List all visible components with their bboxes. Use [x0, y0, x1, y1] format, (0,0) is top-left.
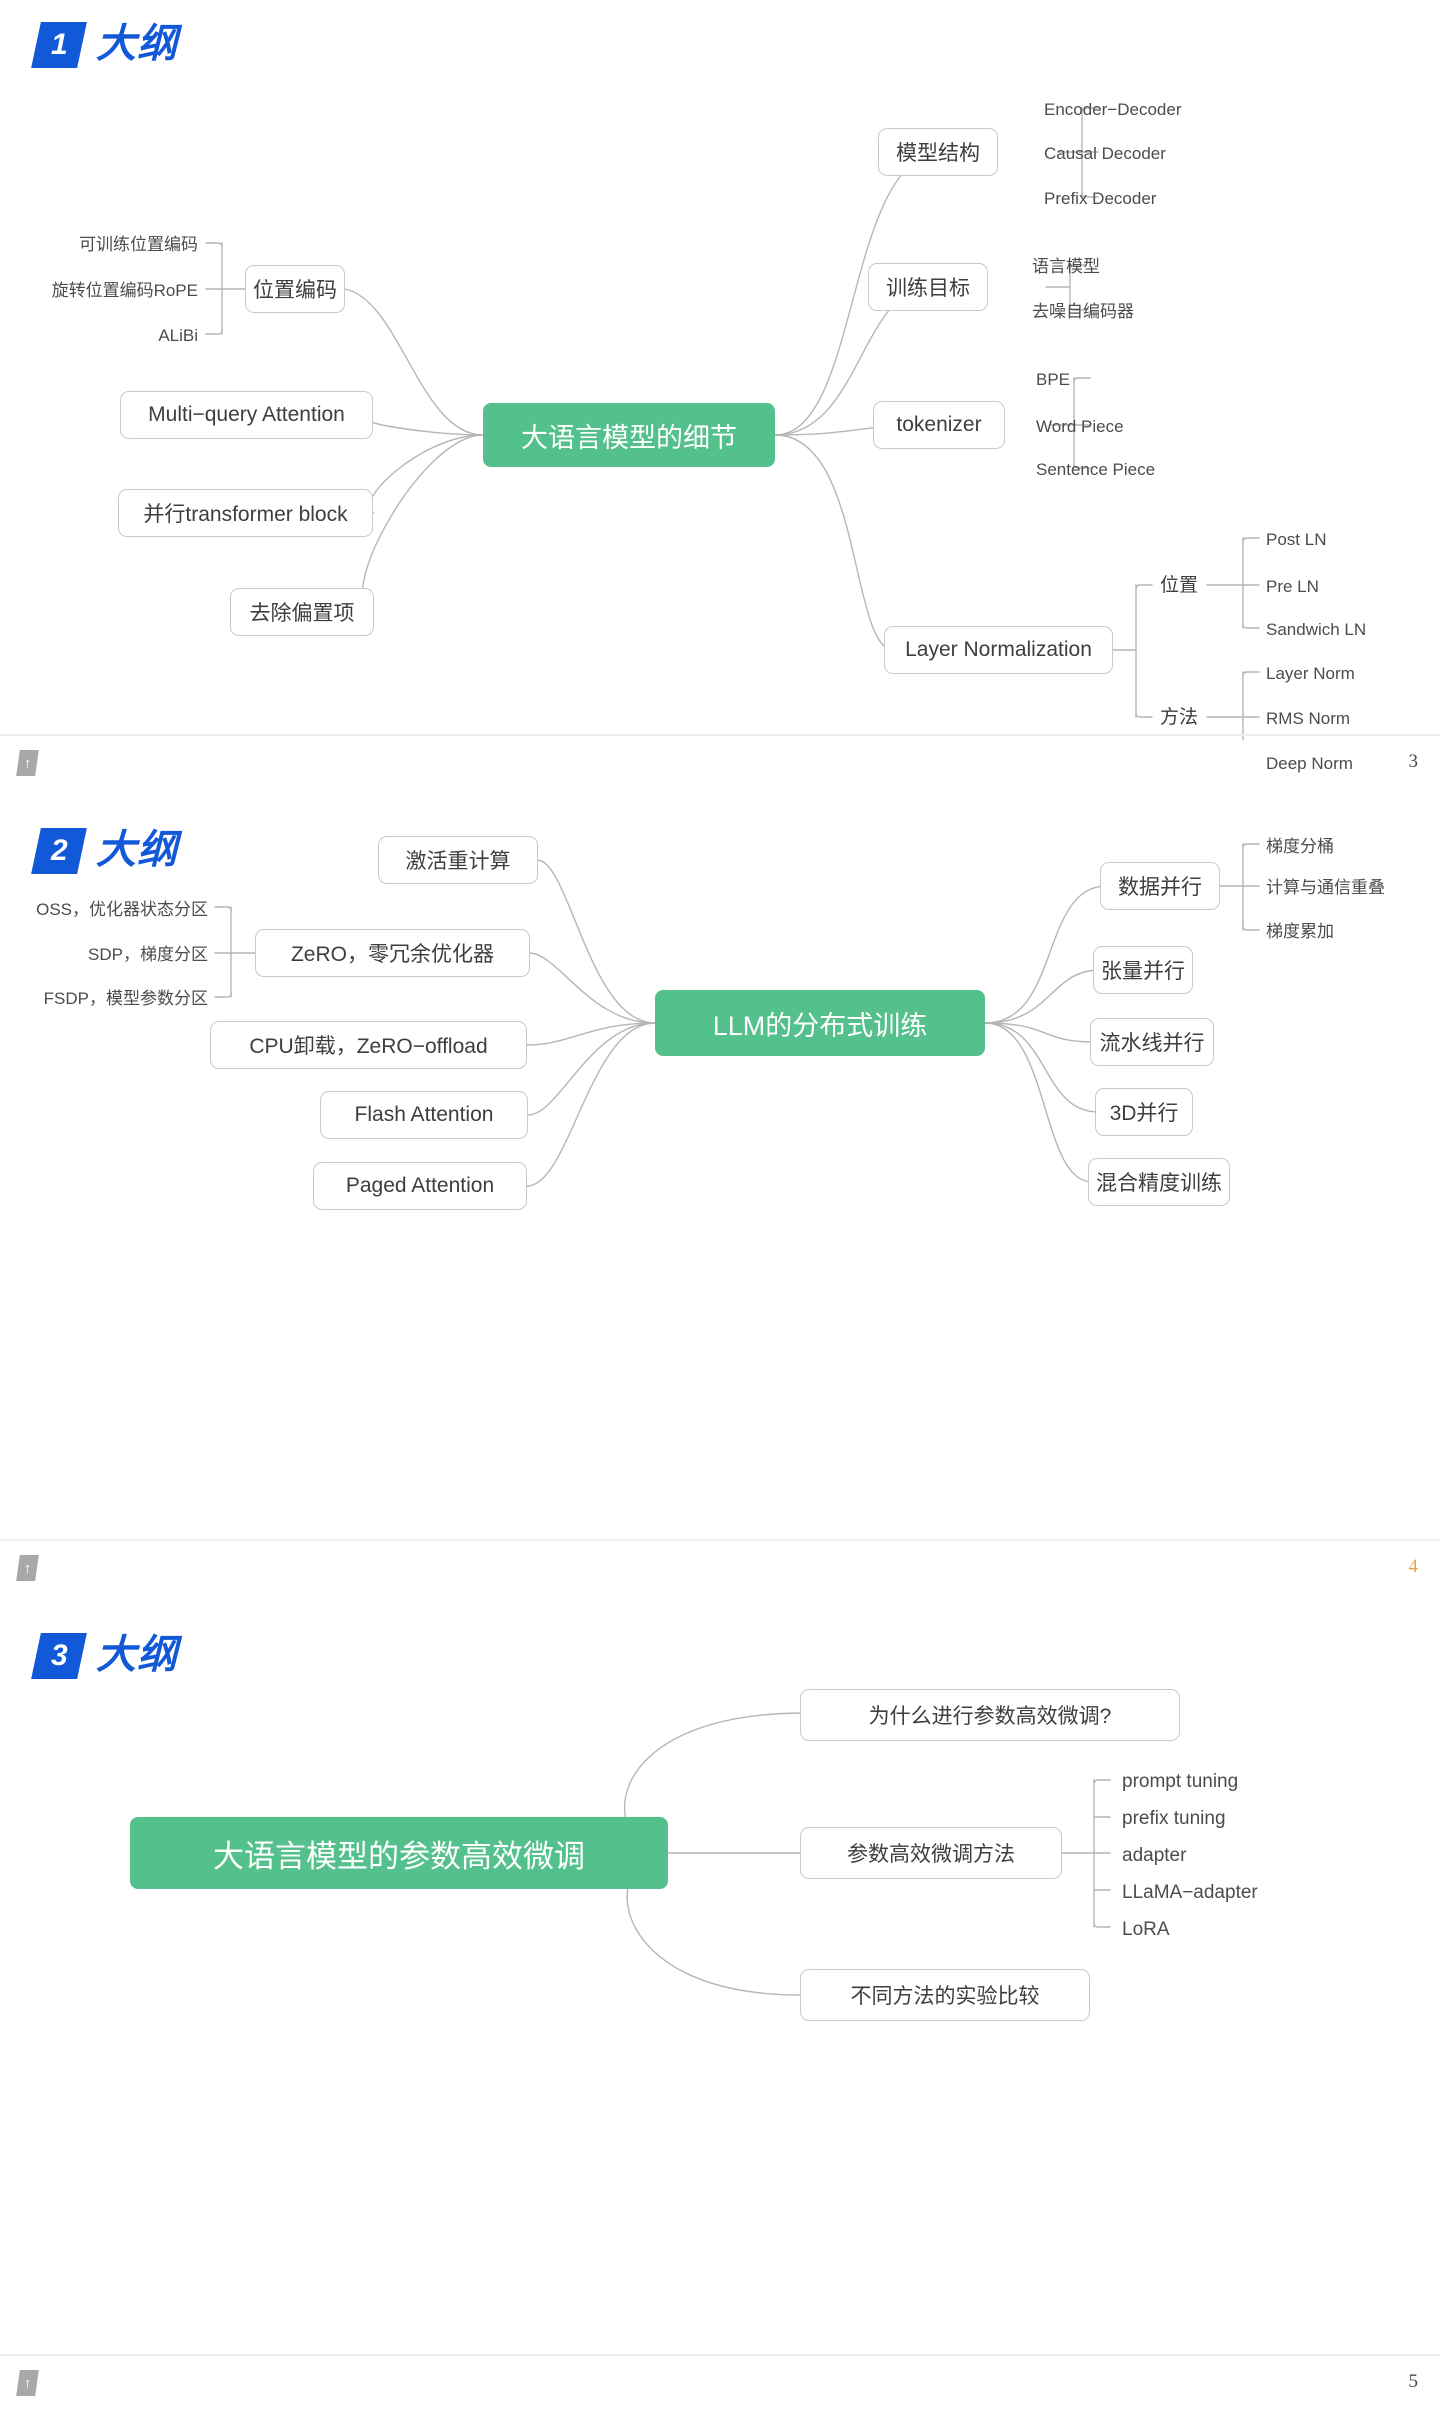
leaf-causal-decoder: Causal Decoder	[1044, 144, 1166, 163]
slide-outline-1: 1 大纲 大语言模型的细节 模型结构 训练目标 tokenizer Layer …	[0, 0, 1440, 790]
leaf-sandwich-ln: Sandwich LN	[1266, 620, 1367, 639]
group-label-method: 方法	[1160, 707, 1199, 728]
node-activation-recomputation[interactable]: 激活重计算	[378, 836, 538, 884]
page-number: 3	[1408, 751, 1419, 772]
leaf-word-piece: Word Piece	[1036, 417, 1124, 436]
node-paged-attention[interactable]: Paged Attention	[313, 1162, 527, 1210]
page-number: 4	[1408, 1556, 1419, 1577]
leaf-alibi: ALiBi	[158, 326, 198, 345]
mindmap-root-node[interactable]: 大语言模型的细节	[483, 403, 775, 467]
leaf-language-model: 语言模型	[1032, 257, 1100, 276]
page-number: 5	[1408, 2371, 1419, 2392]
node-layer-normalization[interactable]: Layer Normalization	[884, 626, 1113, 674]
node-experimental-comparison[interactable]: 不同方法的实验比较	[800, 1969, 1090, 2021]
leaf-prompt-tuning: prompt tuning	[1122, 1771, 1239, 1792]
leaf-rms-norm: RMS Norm	[1266, 709, 1351, 728]
up-arrow-badge-icon: ↑	[16, 2370, 39, 2396]
node-positional-encoding[interactable]: 位置编码	[245, 265, 345, 313]
leaf-llama-adapter: LLaMA−adapter	[1122, 1882, 1258, 1903]
leaf-gradient-accumulation: 梯度累加	[1266, 922, 1334, 941]
mindmap-3-connectors	[623, 1712, 1111, 1996]
node-data-parallel[interactable]: 数据并行	[1100, 862, 1220, 910]
leaf-adapter: adapter	[1122, 1845, 1187, 1866]
leaf-compute-comm-overlap: 计算与通信重叠	[1266, 878, 1385, 897]
leaf-pre-ln: Pre LN	[1266, 577, 1319, 596]
leaf-learnable-positional-encoding: 可训练位置编码	[79, 235, 198, 254]
leaf-fsdp-parameter-partition: FSDP，模型参数分区	[43, 989, 208, 1008]
node-flash-attention[interactable]: Flash Attention	[320, 1091, 528, 1139]
leaf-denoising-autoencoder: 去噪自编码器	[1032, 302, 1134, 321]
leaf-oss-optimizer-state-partition: OSS，优化器状态分区	[36, 900, 208, 919]
leaf-gradient-bucketing: 梯度分桶	[1266, 837, 1334, 856]
leaf-lora: LoRA	[1122, 1919, 1170, 1940]
mindmap-1-connectors	[205, 107, 1260, 740]
slide-3-footer: ↑ 5	[0, 2354, 1440, 2410]
leaf-encoder-decoder: Encoder−Decoder	[1044, 100, 1182, 119]
node-parallel-transformer-block[interactable]: 并行transformer block	[118, 489, 373, 537]
node-zero-optimizer[interactable]: ZeRO，零冗余优化器	[255, 929, 530, 977]
node-pipeline-parallel[interactable]: 流水线并行	[1090, 1018, 1214, 1066]
leaf-post-ln: Post LN	[1266, 530, 1327, 549]
slide-1-footer: ↑ 3	[0, 734, 1440, 790]
slide-2-footer: ↑ 4	[0, 1539, 1440, 1595]
leaf-layer-norm: Layer Norm	[1266, 664, 1355, 683]
node-peft-methods[interactable]: 参数高效微调方法	[800, 1827, 1062, 1879]
up-arrow-badge-icon: ↑	[16, 1555, 39, 1581]
node-cpu-offload[interactable]: CPU卸载，ZeRO−offload	[210, 1021, 527, 1069]
slide-outline-3: 3 大纲 大语言模型的参数高效微调 为什么进行参数高效微调? 参数高效微调方法 …	[0, 1595, 1440, 2410]
node-model-structure[interactable]: 模型结构	[878, 128, 998, 176]
leaf-sentence-piece: Sentence Piece	[1036, 460, 1156, 479]
node-multi-query-attention[interactable]: Multi−query Attention	[120, 391, 373, 439]
node-why-peft[interactable]: 为什么进行参数高效微调?	[800, 1689, 1180, 1741]
leaf-prefix-tuning: prefix tuning	[1122, 1808, 1226, 1829]
node-mixed-precision-training[interactable]: 混合精度训练	[1088, 1158, 1230, 1206]
up-arrow-badge-icon: ↑	[16, 750, 39, 776]
node-training-objective[interactable]: 训练目标	[868, 263, 988, 311]
leaf-rope: 旋转位置编码RoPE	[51, 281, 198, 300]
slide-outline-2: 2 大纲 LLM的分布式训练 数据并行 张量并行 流水线并行 3D并行 混合精度…	[0, 790, 1440, 1595]
node-3d-parallel[interactable]: 3D并行	[1095, 1088, 1193, 1136]
mindmap-root-node[interactable]: 大语言模型的参数高效微调	[130, 1817, 668, 1889]
node-tokenizer[interactable]: tokenizer	[873, 401, 1005, 449]
leaf-sdp-gradient-partition: SDP，梯度分区	[88, 945, 208, 964]
leaf-prefix-decoder: Prefix Decoder	[1044, 189, 1157, 208]
node-tensor-parallel[interactable]: 张量并行	[1093, 946, 1193, 994]
group-label-position: 位置	[1160, 575, 1199, 596]
node-remove-bias[interactable]: 去除偏置项	[230, 588, 374, 636]
leaf-bpe: BPE	[1036, 370, 1071, 389]
mindmap-root-node[interactable]: LLM的分布式训练	[655, 990, 985, 1056]
